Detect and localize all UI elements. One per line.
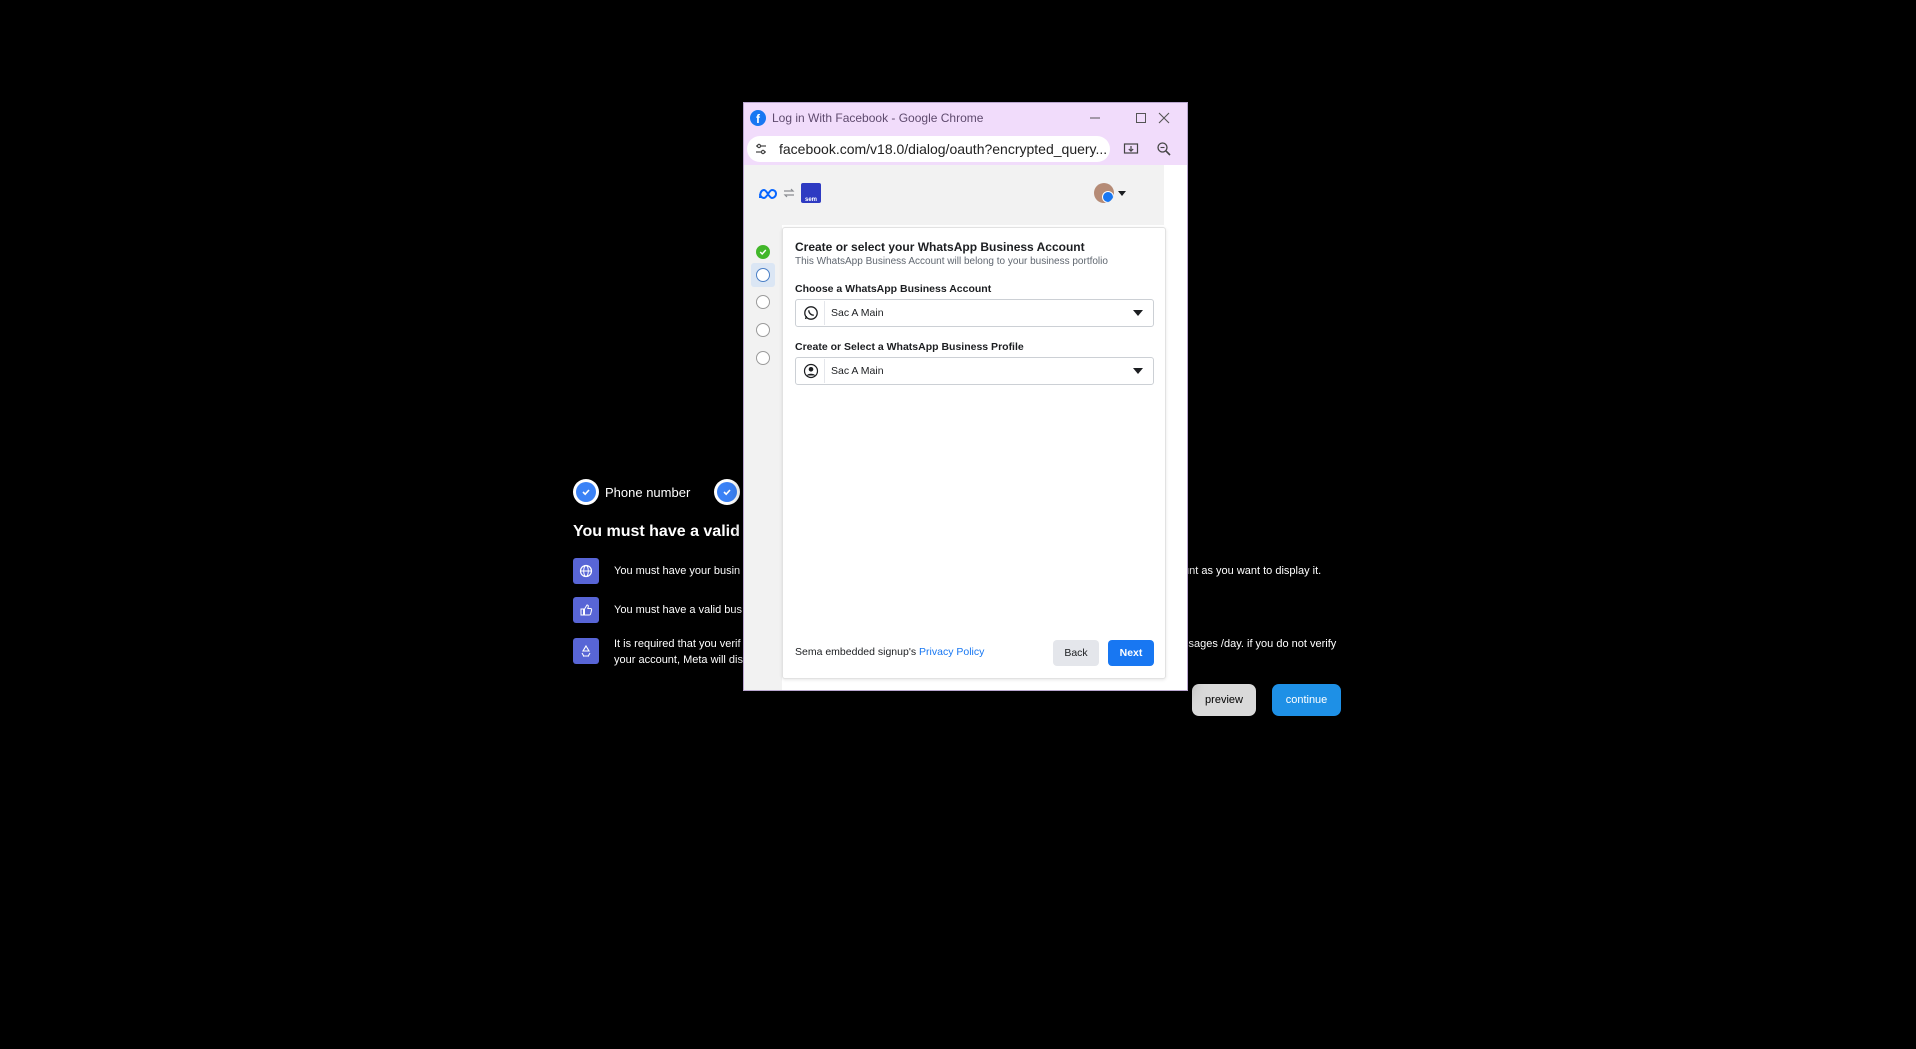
continue-button[interactable]: continue xyxy=(1272,684,1341,716)
close-button[interactable] xyxy=(1141,103,1187,133)
app-badge-text: sem xyxy=(805,197,818,203)
account-avatar[interactable] xyxy=(1094,183,1114,203)
account-select[interactable]: Sac A Main xyxy=(795,299,1154,327)
step-3-icon xyxy=(756,295,770,309)
app-logo-icon: sem xyxy=(801,183,821,203)
account-label: Choose a WhatsApp Business Account xyxy=(795,283,992,295)
step-4-icon xyxy=(756,323,770,337)
zoom-icon[interactable] xyxy=(1154,139,1174,159)
site-settings-icon[interactable] xyxy=(751,139,771,159)
preview-button[interactable]: preview xyxy=(1192,684,1256,716)
requirement-text: ssages /day. if you do not verify xyxy=(1183,638,1337,650)
step-1-complete-icon xyxy=(756,245,770,259)
requirements-heading: You must have a valid a xyxy=(573,523,754,540)
step-5-icon xyxy=(756,351,770,365)
window-title: Log in With Facebook - Google Chrome xyxy=(772,111,984,125)
meta-logo-icon xyxy=(758,187,778,205)
chevron-down-icon xyxy=(1133,310,1143,316)
next-button[interactable]: Next xyxy=(1108,640,1154,666)
waba-card: Create or select your WhatsApp Business … xyxy=(782,227,1166,679)
minimize-button[interactable] xyxy=(1072,103,1118,133)
dialog-content: sem Create or select your WhatsApp Busin… xyxy=(744,165,1187,690)
requirement-text: unt as you want to display it. xyxy=(1183,565,1322,577)
person-icon xyxy=(802,362,820,380)
privacy-policy-link[interactable]: Privacy Policy xyxy=(919,646,984,658)
dialog-header: sem xyxy=(744,165,1164,225)
whatsapp-icon xyxy=(802,304,820,322)
card-title: Create or select your WhatsApp Business … xyxy=(795,240,1085,254)
profile-select[interactable]: Sac A Main xyxy=(795,357,1154,385)
globe-icon xyxy=(573,558,599,584)
profile-label: Create or Select a WhatsApp Business Pro… xyxy=(795,341,1024,353)
requirement-text: You must have a valid bus xyxy=(614,604,743,616)
sync-arrows-icon xyxy=(782,186,796,205)
requirement-text: You must have your busin xyxy=(614,565,741,577)
thumbs-up-icon xyxy=(573,597,599,623)
window-titlebar: f Log in With Facebook - Google Chrome xyxy=(744,103,1187,133)
login-popup-window: f Log in With Facebook - Google Chrome f… xyxy=(743,102,1188,691)
chevron-down-icon xyxy=(1133,368,1143,374)
step-2-icon xyxy=(756,268,770,282)
url-text: facebook.com/v18.0/dialog/oauth?encrypte… xyxy=(779,141,1108,157)
requirement-text: It is required that you verif xyxy=(614,638,741,650)
step-phone-number: Phone number xyxy=(605,485,691,500)
address-bar: facebook.com/v18.0/dialog/oauth?encrypte… xyxy=(744,133,1187,165)
card-subtitle: This WhatsApp Business Account will belo… xyxy=(795,256,1108,267)
account-select-value: Sac A Main xyxy=(831,307,884,319)
url-field[interactable]: facebook.com/v18.0/dialog/oauth?encrypte… xyxy=(747,136,1110,162)
facebook-logo-icon: f xyxy=(750,110,766,126)
recycle-icon xyxy=(573,638,599,664)
requirement-text: your account, Meta will dis xyxy=(614,654,743,666)
step-check-icon xyxy=(573,479,599,505)
profile-select-value: Sac A Main xyxy=(831,365,884,377)
footer-text: Sema embedded signup's Privacy Policy xyxy=(795,646,985,658)
step-check-icon xyxy=(714,479,740,505)
install-app-icon[interactable] xyxy=(1121,139,1141,159)
account-dropdown-caret-icon[interactable] xyxy=(1118,191,1126,196)
back-button[interactable]: Back xyxy=(1053,640,1099,666)
